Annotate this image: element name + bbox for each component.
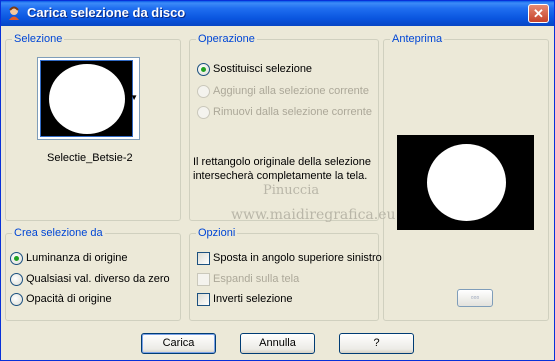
- close-button[interactable]: ✕: [528, 4, 549, 23]
- checkbox-espandi[interactable]: Espandi sulla tela: [197, 272, 299, 288]
- dialog-window: Carica selezione da disco ✕ Selezione ▼ …: [0, 0, 555, 361]
- selection-dropdown[interactable]: ▼: [37, 57, 140, 140]
- radio-qualsiasi[interactable]: Qualsiasi val. diverso da zero: [10, 272, 170, 288]
- load-button[interactable]: Carica: [141, 333, 216, 354]
- group-anteprima-title: Anteprima: [390, 33, 445, 45]
- radio-button[interactable]: [10, 251, 23, 265]
- watermark-name: Pinuccia: [263, 183, 320, 198]
- group-opzioni-title: Opzioni: [196, 227, 238, 239]
- window-title: Carica selezione da disco: [27, 5, 186, 20]
- checkbox[interactable]: [197, 292, 210, 306]
- radio-sostituisci[interactable]: Sostituisci selezione: [197, 62, 312, 78]
- radio-button[interactable]: [197, 84, 210, 98]
- group-crea-title: Crea selezione da: [12, 227, 105, 239]
- radio-button[interactable]: [197, 105, 210, 119]
- radio-rimuovi[interactable]: Rimuovi dalla selezione corrente: [197, 105, 372, 121]
- checkbox-inverti[interactable]: Inverti selezione: [197, 292, 293, 308]
- preview-options-button[interactable]: ▫▫▫: [457, 289, 493, 307]
- operation-info-text: Il rettangolo originale della selezione …: [193, 156, 371, 182]
- thumbnail-circle: [49, 64, 125, 134]
- radio-opacita[interactable]: Opacità di origine: [10, 292, 112, 308]
- group-operazione-title: Operazione: [196, 33, 257, 45]
- cancel-button[interactable]: Annulla: [240, 333, 315, 354]
- chevron-down-icon[interactable]: ▼: [130, 94, 138, 102]
- radio-button[interactable]: [197, 62, 210, 76]
- checkbox[interactable]: [197, 272, 210, 286]
- watermark-url: www.maidiregrafica.eu: [231, 207, 396, 223]
- preview-image: [397, 135, 534, 230]
- help-button[interactable]: ?: [339, 333, 414, 354]
- checkbox[interactable]: [197, 251, 210, 265]
- selection-name: Selectie_Betsie-2: [47, 152, 133, 164]
- title-bar[interactable]: Carica selezione da disco ✕: [1, 1, 554, 26]
- radio-button[interactable]: [10, 292, 23, 306]
- radio-button[interactable]: [10, 272, 23, 286]
- preview-circle: [427, 144, 506, 221]
- app-icon: [9, 6, 19, 20]
- group-selezione-title: Selezione: [12, 33, 65, 45]
- radio-aggiungi[interactable]: Aggiungi alla selezione corrente: [197, 84, 369, 100]
- selection-thumbnail: [40, 60, 133, 137]
- checkbox-sposta[interactable]: Sposta in angolo superiore sinistro: [197, 251, 382, 267]
- radio-luminanza[interactable]: Luminanza di origine: [10, 251, 128, 267]
